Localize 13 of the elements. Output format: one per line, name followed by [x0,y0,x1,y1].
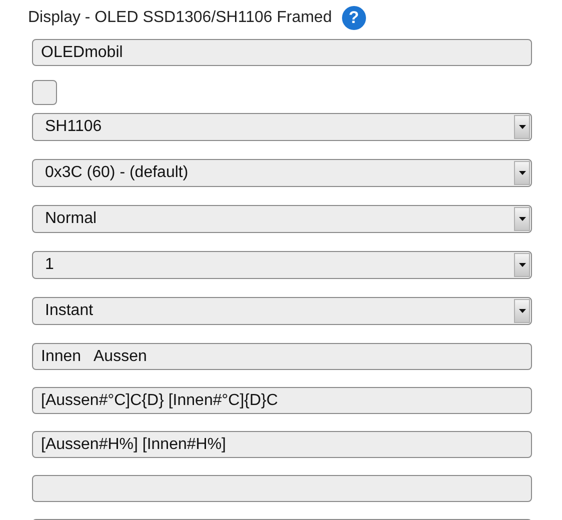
dropdown[interactable]: SH1106 [32,113,532,141]
checkbox[interactable] [32,80,57,105]
text-field[interactable]: [Aussen#H%] [Innen#H%] [32,431,532,458]
text-field[interactable] [32,475,532,502]
help-button[interactable]: ? [342,6,366,30]
text-field[interactable]: Innen Aussen [32,343,532,370]
dropdown[interactable]: Instant [32,297,532,325]
dropdown[interactable]: 0x3C (60) - (default) [32,159,532,187]
dropdown[interactable]: Normal [32,205,532,233]
text-field[interactable]: [Aussen#°C]C{D} [Innen#°C]{D}C [32,387,532,414]
text-field[interactable]: OLEDmobil [32,39,532,66]
dropdown[interactable]: 1 [32,251,532,279]
section-title: Display - OLED SSD1306/SH1106 Framed [28,8,332,28]
